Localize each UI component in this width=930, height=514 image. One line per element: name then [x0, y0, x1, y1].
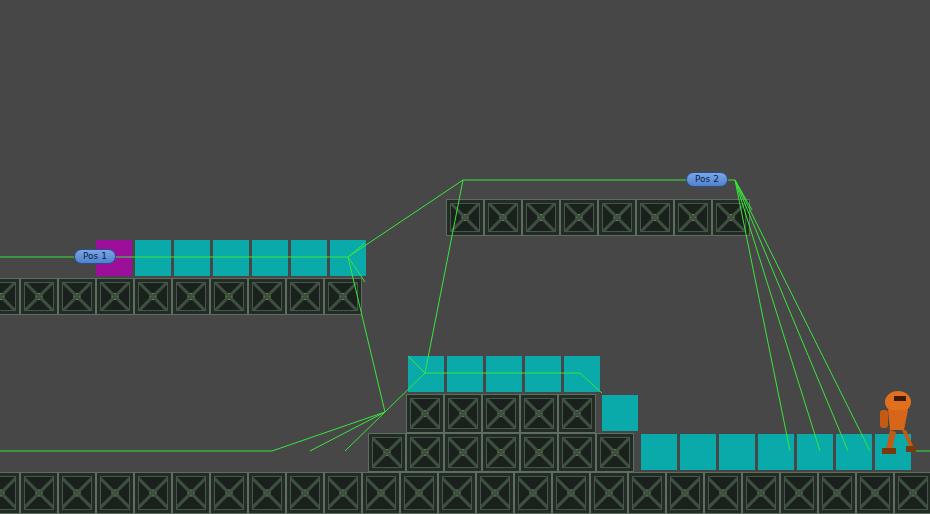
crate-tile — [596, 433, 634, 472]
crate-tile — [522, 199, 560, 236]
path-marker[interactable] — [447, 356, 483, 392]
platform — [406, 394, 596, 433]
crate-tile — [558, 394, 596, 433]
crate-tile — [286, 278, 324, 315]
path-lines — [0, 0, 930, 514]
crate-tile — [96, 472, 134, 514]
crate-tile — [0, 472, 20, 514]
crate-tile — [438, 472, 476, 514]
scene-canvas: Pos 1 Pos 2 — [0, 0, 930, 514]
platform — [368, 433, 634, 472]
crate-tile — [20, 278, 58, 315]
crate-tile — [666, 472, 704, 514]
crate-tile — [446, 199, 484, 236]
platform — [0, 472, 930, 514]
crate-tile — [514, 472, 552, 514]
crate-tile — [210, 472, 248, 514]
crate-tile — [628, 472, 666, 514]
path-marker[interactable] — [758, 434, 794, 470]
waypoint-label[interactable]: Pos 2 — [686, 172, 728, 187]
crate-tile — [134, 278, 172, 315]
crate-tile — [444, 394, 482, 433]
crate-tile — [520, 433, 558, 472]
path-marker[interactable] — [797, 434, 833, 470]
crate-tile — [0, 278, 20, 315]
crate-tile — [58, 472, 96, 514]
path-marker[interactable] — [602, 395, 638, 431]
crate-tile — [248, 278, 286, 315]
crate-tile — [742, 472, 780, 514]
crate-tile — [674, 199, 712, 236]
marker-row — [96, 240, 366, 276]
crate-tile — [210, 278, 248, 315]
path-marker[interactable] — [252, 240, 288, 276]
platform — [446, 199, 750, 236]
crate-tile — [286, 472, 324, 514]
crate-tile — [482, 394, 520, 433]
platform — [0, 278, 362, 315]
crate-tile — [598, 199, 636, 236]
crate-tile — [712, 199, 750, 236]
crate-tile — [20, 472, 58, 514]
crate-tile — [172, 278, 210, 315]
crate-tile — [894, 472, 930, 514]
crate-tile — [96, 278, 134, 315]
crate-tile — [444, 433, 482, 472]
crate-tile — [856, 472, 894, 514]
crate-tile — [818, 472, 856, 514]
path-marker[interactable] — [680, 434, 716, 470]
marker-row — [602, 395, 638, 431]
marker-row — [641, 434, 911, 470]
crate-tile — [704, 472, 742, 514]
path-marker[interactable] — [719, 434, 755, 470]
marker-row — [408, 356, 600, 392]
crate-tile — [560, 199, 598, 236]
crate-tile — [368, 433, 406, 472]
waypoint-label[interactable]: Pos 1 — [74, 249, 116, 264]
path-marker[interactable] — [291, 240, 327, 276]
crate-tile — [324, 278, 362, 315]
crate-tile — [406, 394, 444, 433]
path-marker[interactable] — [408, 356, 444, 392]
crate-tile — [484, 199, 522, 236]
crate-tile — [476, 472, 514, 514]
crate-tile — [400, 472, 438, 514]
crate-tile — [248, 472, 286, 514]
crate-tile — [636, 199, 674, 236]
path-marker[interactable] — [564, 356, 600, 392]
crate-tile — [482, 433, 520, 472]
path-marker[interactable] — [641, 434, 677, 470]
crate-tile — [362, 472, 400, 514]
path-marker[interactable] — [213, 240, 249, 276]
crate-tile — [520, 394, 558, 433]
crate-tile — [406, 433, 444, 472]
path-marker[interactable] — [836, 434, 872, 470]
crate-tile — [558, 433, 596, 472]
crate-tile — [172, 472, 210, 514]
path-marker[interactable] — [135, 240, 171, 276]
path-marker[interactable] — [525, 356, 561, 392]
crate-tile — [552, 472, 590, 514]
path-marker[interactable] — [486, 356, 522, 392]
crate-tile — [590, 472, 628, 514]
crate-tile — [58, 278, 96, 315]
robot-icon[interactable] — [874, 388, 918, 472]
crate-tile — [780, 472, 818, 514]
path-marker[interactable] — [330, 240, 366, 276]
crate-tile — [134, 472, 172, 514]
path-marker[interactable] — [174, 240, 210, 276]
crate-tile — [324, 472, 362, 514]
